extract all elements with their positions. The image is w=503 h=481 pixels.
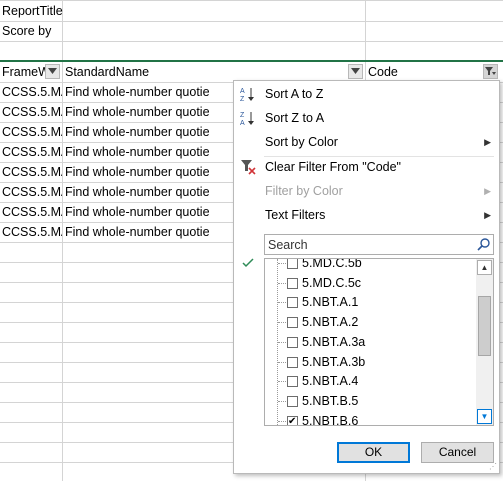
filter-list-item[interactable]: 5.MD.C.5c	[265, 274, 475, 293]
filter-list-item[interactable]: 5.NBT.A.2	[265, 313, 475, 332]
chevron-down-icon	[48, 68, 57, 74]
svg-text:A: A	[240, 120, 245, 126]
checkbox[interactable]	[287, 376, 298, 388]
cell-score-by[interactable]: Score by	[0, 22, 62, 41]
clear-filter-icon	[241, 160, 256, 175]
grid-top-edge	[0, 0, 503, 1]
cell-frameworkname[interactable]: CCSS.5.MA	[0, 83, 62, 102]
filter-list-item-label: 5.NBT.B.6	[302, 413, 359, 426]
checkbox[interactable]	[287, 356, 298, 368]
autofilter-dropdown: A Z Sort A to Z Z A Sort Z to A Sort by …	[233, 80, 500, 474]
filter-list-item-label: 5.NBT.A.3b	[302, 354, 366, 369]
svg-text:Z: Z	[240, 112, 245, 119]
checkbox[interactable]	[287, 277, 298, 289]
cell-frameworkname[interactable]: CCSS.5.MA	[0, 183, 62, 202]
filter-list-item-label: 5.NBT.A.2	[302, 315, 359, 330]
scrollbar-thumb[interactable]	[478, 296, 491, 356]
svg-text:Z: Z	[240, 96, 245, 102]
tree-connector	[278, 400, 286, 402]
filter-list-item-label: 5.NBT.B.5	[302, 393, 359, 408]
header-standardname[interactable]: StandardName	[63, 62, 345, 82]
tree-connector	[278, 361, 286, 363]
sort-a-to-z-label: Sort A to Z	[265, 87, 324, 101]
filter-button-col-a[interactable]	[45, 64, 60, 79]
tree-connector	[278, 420, 286, 422]
filter-list-item[interactable]: 5.MD.C.5b	[265, 258, 475, 273]
cell-frameworkname[interactable]: CCSS.5.MA	[0, 223, 62, 242]
cell-standardname[interactable]: Find whole-number quotie	[63, 183, 235, 202]
tree-connector	[278, 322, 286, 324]
tree-connector	[278, 263, 286, 264]
filter-values-list[interactable]: 5.MD.C.5b 5.MD.C.5c 5.NBT.A.1 5.NBT.A.2 5.NB…	[264, 258, 494, 426]
filter-list-item[interactable]: 5.NBT.B.5	[265, 392, 475, 411]
cell-standardname[interactable]: Find whole-number quotie	[63, 203, 235, 222]
search-icon	[477, 238, 490, 251]
header-code[interactable]: Code	[366, 62, 468, 82]
filter-list-item[interactable]: 5.NBT.A.3a	[265, 333, 475, 352]
cell-frameworkname[interactable]: CCSS.5.MA	[0, 143, 62, 162]
filter-list-item[interactable]: 5.NBT.A.3b	[265, 353, 475, 372]
tree-connector	[278, 381, 286, 383]
submenu-arrow-icon: ▶	[484, 186, 491, 196]
sort-z-to-a-item[interactable]: Z A Sort Z to A	[234, 106, 499, 130]
clear-filter-label: Clear Filter From "Code"	[265, 160, 401, 174]
checkbox[interactable]	[287, 297, 298, 309]
cell-frameworkname[interactable]: CCSS.5.MA	[0, 123, 62, 142]
filter-button-code-active[interactable]	[483, 64, 498, 79]
cell-standardname[interactable]: Find whole-number quotie	[63, 223, 235, 242]
filter-by-color-label: Filter by Color	[265, 184, 343, 198]
header-frameworkname[interactable]: FrameW	[0, 62, 46, 82]
list-scrollbar[interactable]: ▲ ▼	[476, 259, 493, 425]
scroll-up-button[interactable]: ▲	[477, 260, 492, 275]
ok-button[interactable]: OK	[337, 442, 410, 463]
checkbox[interactable]	[287, 317, 298, 329]
filter-button-standardname[interactable]	[348, 64, 363, 79]
cell-frameworkname[interactable]: CCSS.5.MA	[0, 103, 62, 122]
filter-list-item[interactable]: 5.NBT.B.6	[265, 412, 475, 426]
sort-ascending-icon: A Z	[240, 88, 254, 102]
checkbox[interactable]	[287, 336, 298, 348]
sort-by-color-label: Sort by Color	[265, 135, 338, 149]
filter-list-item[interactable]: 5.NBT.A.1	[265, 293, 475, 312]
checkbox[interactable]	[287, 412, 298, 425]
checkbox[interactable]	[287, 395, 298, 407]
sort-z-to-a-label: Sort Z to A	[265, 111, 325, 125]
filter-list-item-label: 5.MD.C.5c	[302, 275, 362, 290]
svg-text:A: A	[240, 88, 245, 95]
filter-list-item-label: 5.NBT.A.1	[302, 295, 359, 310]
cancel-button[interactable]: Cancel	[421, 442, 494, 463]
filter-by-color-item[interactable]: Filter by Color ▶	[234, 179, 499, 203]
scroll-down-button[interactable]: ▼	[477, 409, 492, 424]
filter-list-item[interactable]: 5.NBT.A.4	[265, 372, 475, 391]
cell-frameworkname[interactable]: CCSS.5.MA	[0, 203, 62, 222]
chevron-down-icon	[351, 68, 360, 74]
filter-list-item-label: 5.MD.C.5b	[302, 258, 362, 270]
sort-descending-icon: Z A	[240, 112, 254, 126]
filter-active-icon	[485, 67, 496, 75]
clear-filter-item[interactable]: Clear Filter From "Code"	[234, 155, 499, 179]
text-filters-label: Text Filters	[265, 208, 326, 222]
filter-list-item-label: 5.NBT.A.3a	[302, 334, 366, 349]
cell-report-title[interactable]: ReportTitle	[0, 2, 362, 21]
cell-standardname[interactable]: Find whole-number quotie	[63, 143, 235, 162]
cell-standardname[interactable]: Find whole-number quotie	[63, 163, 235, 182]
cell-frameworkname[interactable]: CCSS.5.MA	[0, 163, 62, 182]
tree-connector	[278, 282, 286, 284]
search-input[interactable]	[267, 236, 468, 253]
text-filters-item[interactable]: Text Filters ▶	[234, 203, 499, 227]
tree-connector	[278, 341, 286, 343]
sort-by-color-item[interactable]: Sort by Color ▶	[234, 130, 499, 154]
cell-standardname[interactable]: Find whole-number quotie	[63, 103, 235, 122]
cell-standardname[interactable]: Find whole-number quotie	[63, 123, 235, 142]
resize-grip-icon[interactable]: ⋰	[489, 462, 497, 471]
cell-standardname[interactable]: Find whole-number quotie	[63, 83, 235, 102]
filter-search-box[interactable]	[264, 234, 494, 255]
checkbox[interactable]	[287, 259, 298, 269]
submenu-arrow-icon: ▶	[484, 137, 491, 147]
tree-connector	[278, 302, 286, 304]
filter-list-item-label: 5.NBT.A.4	[302, 374, 359, 389]
submenu-arrow-icon: ▶	[484, 210, 491, 220]
sort-a-to-z-item[interactable]: A Z Sort A to Z	[234, 82, 499, 106]
checkmark-icon	[242, 258, 254, 268]
